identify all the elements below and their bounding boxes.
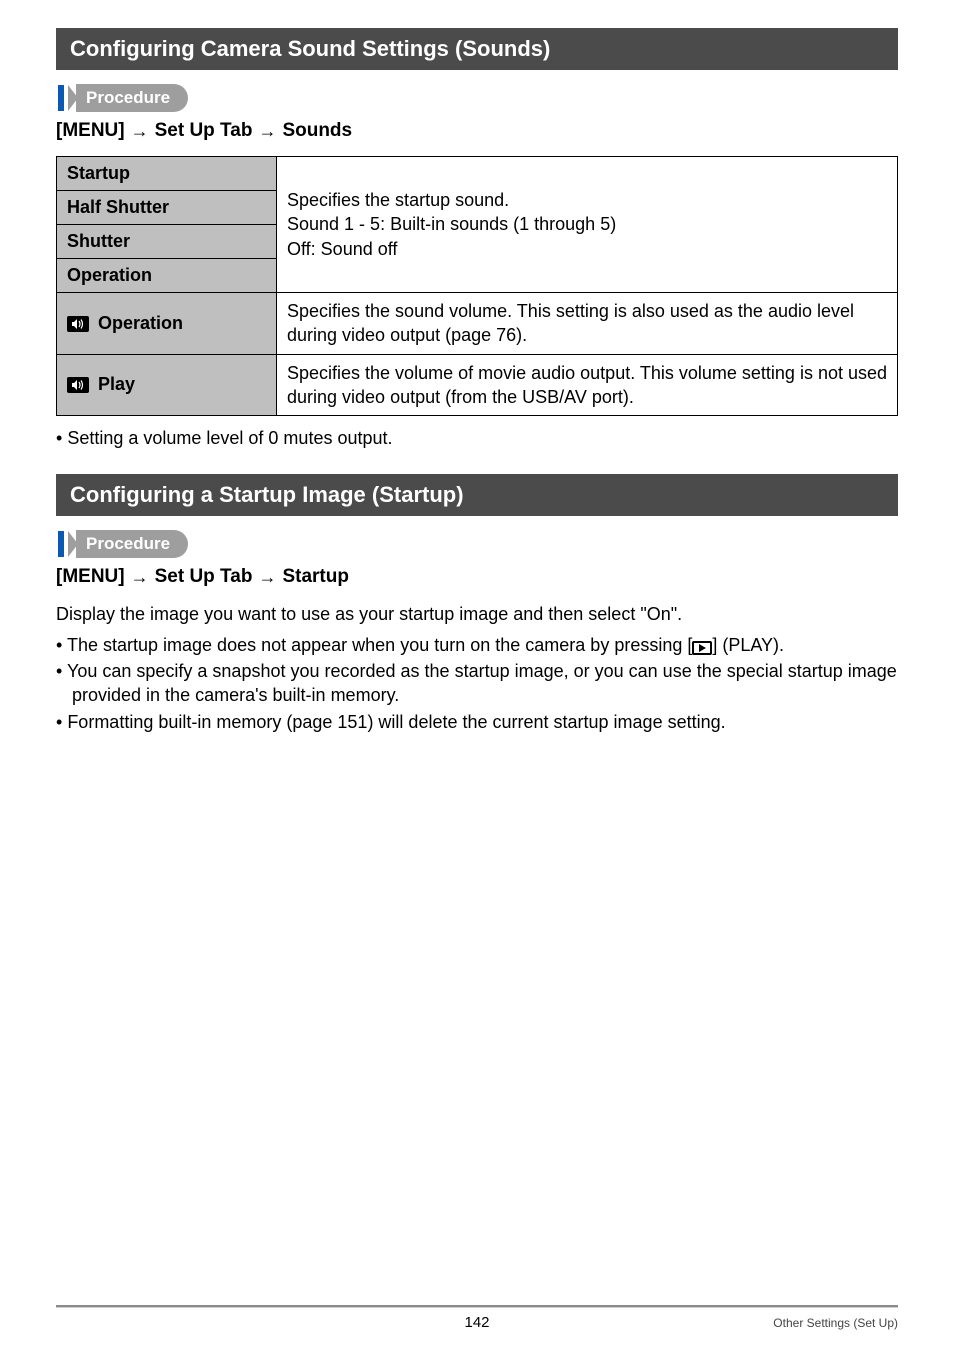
menu-path-part: Set Up Tab bbox=[155, 120, 253, 142]
row-header-startup: Startup bbox=[57, 157, 277, 191]
page-number: 142 bbox=[337, 1314, 618, 1331]
vol-operation-desc: Specifies the sound volume. This setting… bbox=[277, 293, 898, 355]
row-header-label: Play bbox=[98, 374, 135, 394]
page-footer: 142 Other Settings (Set Up) bbox=[56, 1305, 898, 1331]
speaker-icon bbox=[67, 316, 89, 332]
procedure-label: Procedure bbox=[76, 530, 188, 558]
footer-section-label: Other Settings (Set Up) bbox=[617, 1316, 898, 1330]
menu-path-part: Startup bbox=[282, 566, 349, 588]
speaker-icon bbox=[67, 377, 89, 393]
row-header-vol-play: Play bbox=[57, 354, 277, 416]
procedure-badge: Procedure bbox=[58, 84, 898, 112]
play-icon bbox=[692, 641, 712, 655]
row-header-label: Operation bbox=[98, 313, 183, 333]
procedure-accent-bar bbox=[58, 85, 64, 111]
startup-intro: Display the image you want to use as you… bbox=[56, 602, 898, 626]
menu-path-part: [MENU] bbox=[56, 566, 125, 588]
desc-line: Sound 1 - 5: Built-in sounds (1 through … bbox=[287, 214, 616, 234]
play-triangle-icon bbox=[699, 644, 706, 652]
list-item: You can specify a snapshot you recorded … bbox=[56, 659, 898, 708]
menu-path-part: Sounds bbox=[282, 120, 352, 142]
list-item: Setting a volume level of 0 mutes output… bbox=[56, 426, 898, 450]
table-row: Operation Specifies the sound volume. Th… bbox=[57, 293, 898, 355]
bullet-text-part: The startup image does not appear when y… bbox=[67, 635, 692, 655]
desc-line: Off: Sound off bbox=[287, 239, 397, 259]
arrow-icon: → bbox=[131, 121, 149, 142]
sounds-settings-table: Startup Specifies the startup sound. Sou… bbox=[56, 156, 898, 416]
list-item: The startup image does not appear when y… bbox=[56, 633, 898, 657]
section-heading-sounds: Configuring Camera Sound Settings (Sound… bbox=[56, 28, 898, 70]
arrow-icon: → bbox=[258, 567, 276, 588]
table-row: Startup Specifies the startup sound. Sou… bbox=[57, 157, 898, 191]
procedure-label: Procedure bbox=[76, 84, 188, 112]
menu-path-part: Set Up Tab bbox=[155, 566, 253, 588]
section-heading-startup: Configuring a Startup Image (Startup) bbox=[56, 474, 898, 516]
shared-description-cell: Specifies the startup sound. Sound 1 - 5… bbox=[277, 157, 898, 293]
vol-play-desc: Specifies the volume of movie audio outp… bbox=[277, 354, 898, 416]
desc-line: Specifies the startup sound. bbox=[287, 190, 509, 210]
arrow-icon: → bbox=[131, 567, 149, 588]
row-header-half-shutter: Half Shutter bbox=[57, 191, 277, 225]
sounds-notes-list: Setting a volume level of 0 mutes output… bbox=[56, 426, 898, 450]
bullet-text-part: ] (PLAY). bbox=[712, 635, 784, 655]
table-row: Play Specifies the volume of movie audio… bbox=[57, 354, 898, 416]
procedure-badge: Procedure bbox=[58, 530, 898, 558]
list-item: Formatting built-in memory (page 151) wi… bbox=[56, 710, 898, 734]
menu-path-sounds: [MENU] → Set Up Tab → Sounds bbox=[56, 120, 898, 142]
row-header-vol-operation: Operation bbox=[57, 293, 277, 355]
startup-bullets-list: The startup image does not appear when y… bbox=[56, 633, 898, 734]
row-header-shutter: Shutter bbox=[57, 225, 277, 259]
menu-path-startup: [MENU] → Set Up Tab → Startup bbox=[56, 566, 898, 588]
footer-divider bbox=[56, 1305, 898, 1308]
arrow-icon: → bbox=[258, 121, 276, 142]
menu-path-part: [MENU] bbox=[56, 120, 125, 142]
row-header-operation: Operation bbox=[57, 259, 277, 293]
procedure-accent-bar bbox=[58, 531, 64, 557]
